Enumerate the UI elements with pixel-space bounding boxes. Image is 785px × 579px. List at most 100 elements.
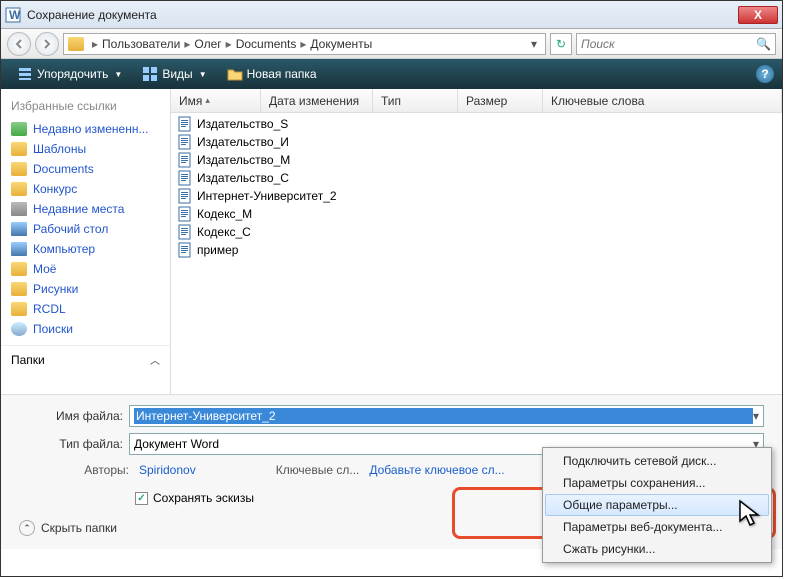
file-name: Кодекс_М — [197, 207, 252, 221]
sidebar-item[interactable]: Недавно измененн... — [1, 119, 170, 139]
new-folder-button[interactable]: Новая папка — [219, 63, 325, 85]
word-doc-icon — [177, 206, 193, 222]
sidebar-header: Избранные ссылки — [1, 95, 170, 119]
titlebar: W Сохранение документа X — [1, 1, 782, 29]
file-row[interactable]: Интернет-Университет_2 — [171, 187, 782, 205]
main-area: Избранные ссылки Недавно измененн... Шабл… — [1, 89, 782, 394]
sidebar-item-label: Компьютер — [33, 242, 95, 256]
file-name: пример — [197, 243, 238, 257]
add-keyword-link[interactable]: Добавьте ключевое сл... — [369, 463, 504, 477]
file-row[interactable]: Кодекс_М — [171, 205, 782, 223]
context-menu-item[interactable]: Сжать рисунки... — [545, 538, 769, 560]
sidebar-item[interactable]: RCDL — [1, 299, 170, 319]
context-menu-item[interactable]: Подключить сетевой диск... — [545, 450, 769, 472]
save-dialog-window: W Сохранение документа X ▸ Пользователи … — [0, 0, 783, 577]
forward-button[interactable] — [35, 32, 59, 56]
refresh-button[interactable]: ↻ — [550, 33, 572, 55]
search-icon: 🔍 — [756, 37, 771, 51]
folder-icon — [11, 262, 27, 276]
organize-button[interactable]: Упорядочить ▼ — [9, 63, 130, 85]
sidebar-item-label: Рабочий стол — [33, 222, 108, 236]
views-label: Виды — [162, 67, 192, 81]
folders-toggle[interactable]: Папки ︿ — [1, 345, 170, 373]
breadcrumb[interactable]: ▸ Пользователи ▸ Олег ▸ Documents ▸ Доку… — [63, 33, 546, 55]
file-row[interactable]: Издательство_М — [171, 151, 782, 169]
search-input[interactable] — [581, 37, 756, 51]
file-row[interactable]: Издательство_S — [171, 115, 782, 133]
word-doc-icon — [177, 242, 193, 258]
column-size[interactable]: Размер — [458, 89, 543, 112]
organize-label: Упорядочить — [37, 67, 108, 81]
authors-value[interactable]: Spiridonov — [139, 463, 196, 477]
navbar: ▸ Пользователи ▸ Олег ▸ Documents ▸ Доку… — [1, 29, 782, 59]
column-modified[interactable]: Дата изменения — [261, 89, 373, 112]
breadcrumb-part[interactable]: Олег — [194, 37, 221, 51]
save-thumbnails-label: Сохранять эскизы — [153, 491, 254, 505]
disk-icon — [11, 202, 27, 216]
search-icon — [11, 322, 27, 336]
views-icon — [142, 66, 158, 82]
folder-icon — [68, 37, 84, 51]
sidebar-item[interactable]: Конкурс — [1, 179, 170, 199]
sidebar-item[interactable]: Шаблоны — [1, 139, 170, 159]
views-button[interactable]: Виды ▼ — [134, 63, 214, 85]
filename-input[interactable]: Интернет-Университет_2 ▾ — [129, 405, 764, 427]
monitor-icon — [11, 222, 27, 236]
hide-folders-toggle[interactable]: ⌃ Скрыть папки — [19, 520, 117, 536]
word-doc-icon — [177, 116, 193, 132]
breadcrumb-part[interactable]: Документы — [310, 37, 372, 51]
sidebar-item[interactable]: Моё — [1, 259, 170, 279]
folders-label: Папки — [11, 353, 45, 367]
sidebar-item[interactable]: Рабочий стол — [1, 219, 170, 239]
breadcrumb-part[interactable]: Пользователи — [102, 37, 180, 51]
keywords-label: Ключевые сл... — [276, 463, 360, 477]
sidebar-item-label: Шаблоны — [33, 142, 86, 156]
breadcrumb-dropdown[interactable]: ▾ — [527, 37, 541, 51]
dropdown-icon[interactable]: ▾ — [753, 409, 759, 423]
column-type[interactable]: Тип — [373, 89, 458, 112]
sidebar-item[interactable]: Поиски — [1, 319, 170, 339]
sidebar-item[interactable]: Компьютер — [1, 239, 170, 259]
sidebar-item-label: Недавние места — [33, 202, 124, 216]
sidebar-item[interactable]: Недавние места — [1, 199, 170, 219]
file-row[interactable]: Издательство_И — [171, 133, 782, 151]
file-row[interactable]: Издательство_С — [171, 169, 782, 187]
svg-text:W: W — [9, 8, 21, 22]
sidebar-item[interactable]: Documents — [1, 159, 170, 179]
column-name[interactable]: Имя — [171, 89, 261, 112]
back-button[interactable] — [7, 32, 31, 56]
tools-context-menu: Подключить сетевой диск...Параметры сохр… — [542, 447, 772, 563]
save-thumbnails-checkbox[interactable]: ✓ — [135, 492, 148, 505]
filetype-label: Тип файла: — [19, 437, 129, 451]
context-menu-item[interactable]: Параметры веб-документа... — [545, 516, 769, 538]
authors-label: Авторы: — [19, 463, 129, 477]
dropdown-icon: ▼ — [199, 70, 207, 79]
search-box[interactable]: 🔍 — [576, 33, 776, 55]
sidebar-item-label: Недавно измененн... — [33, 122, 148, 136]
chevron-up-icon: ︿ — [150, 352, 160, 367]
chevron-right-icon: ▸ — [300, 37, 306, 51]
hide-folders-label: Скрыть папки — [41, 521, 117, 535]
sidebar-item-label: Поиски — [33, 322, 73, 336]
filename-value: Интернет-Университет_2 — [134, 408, 753, 424]
file-name: Интернет-Университет_2 — [197, 189, 337, 203]
word-icon: W — [5, 7, 21, 23]
column-keywords[interactable]: Ключевые слова — [543, 89, 782, 112]
file-list[interactable]: Издательство_S Издательство_И Издательство… — [171, 113, 782, 394]
context-menu-item[interactable]: Общие параметры... — [545, 494, 769, 516]
file-row[interactable]: Кодекс_С — [171, 223, 782, 241]
context-menu-item[interactable]: Параметры сохранения... — [545, 472, 769, 494]
file-row[interactable]: пример — [171, 241, 782, 259]
word-doc-icon — [177, 134, 193, 150]
dropdown-icon: ▼ — [114, 70, 122, 79]
file-name: Издательство_И — [197, 135, 289, 149]
folder-icon — [11, 162, 27, 176]
chevron-right-icon: ▸ — [226, 37, 232, 51]
help-button[interactable]: ? — [756, 65, 774, 83]
new-folder-label: Новая папка — [247, 67, 317, 81]
breadcrumb-part[interactable]: Documents — [236, 37, 297, 51]
monitor-icon — [11, 242, 27, 256]
sidebar-item[interactable]: Рисунки — [1, 279, 170, 299]
word-doc-icon — [177, 170, 193, 186]
close-button[interactable]: X — [738, 6, 778, 24]
